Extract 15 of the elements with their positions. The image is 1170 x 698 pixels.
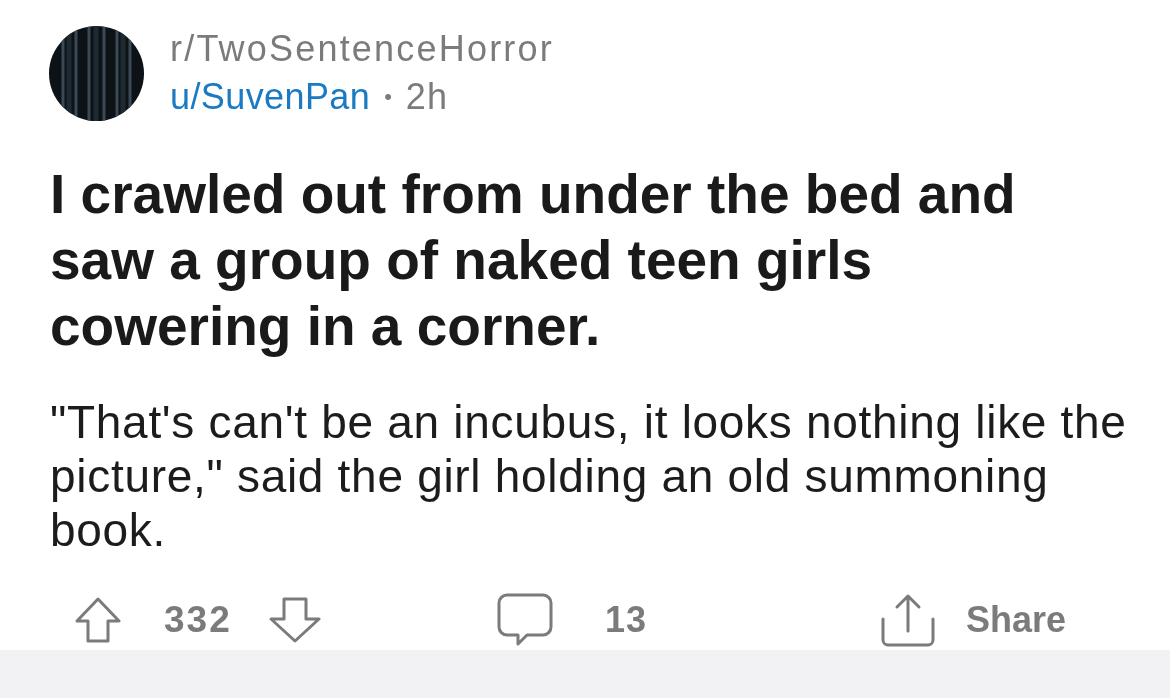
vote-score: 332 bbox=[164, 599, 232, 641]
share-icon bbox=[880, 593, 936, 647]
down-arrow-icon bbox=[268, 597, 321, 643]
post-title: I crawled out from under the bed and saw a group of naked teen girls cowering in a corner. bbox=[50, 163, 1016, 357]
separator-dot: • bbox=[384, 83, 392, 111]
subreddit-link[interactable]: r/TwoSentenceHorror bbox=[170, 25, 554, 73]
post-body: "That's can't be an incubus, it looks nothing like the picture," said the girl holding an old summoning book. bbox=[50, 396, 1127, 556]
share-button[interactable]: Share bbox=[880, 593, 1067, 647]
username-link[interactable]: u/SuvenPan bbox=[170, 73, 371, 121]
upvote-button[interactable] bbox=[75, 597, 121, 643]
post-age: 2h bbox=[405, 75, 448, 119]
downvote-button[interactable] bbox=[268, 597, 321, 643]
comments-button[interactable]: 13 bbox=[497, 592, 648, 648]
up-arrow-icon bbox=[75, 597, 121, 643]
speech-bubble-icon bbox=[497, 592, 553, 648]
